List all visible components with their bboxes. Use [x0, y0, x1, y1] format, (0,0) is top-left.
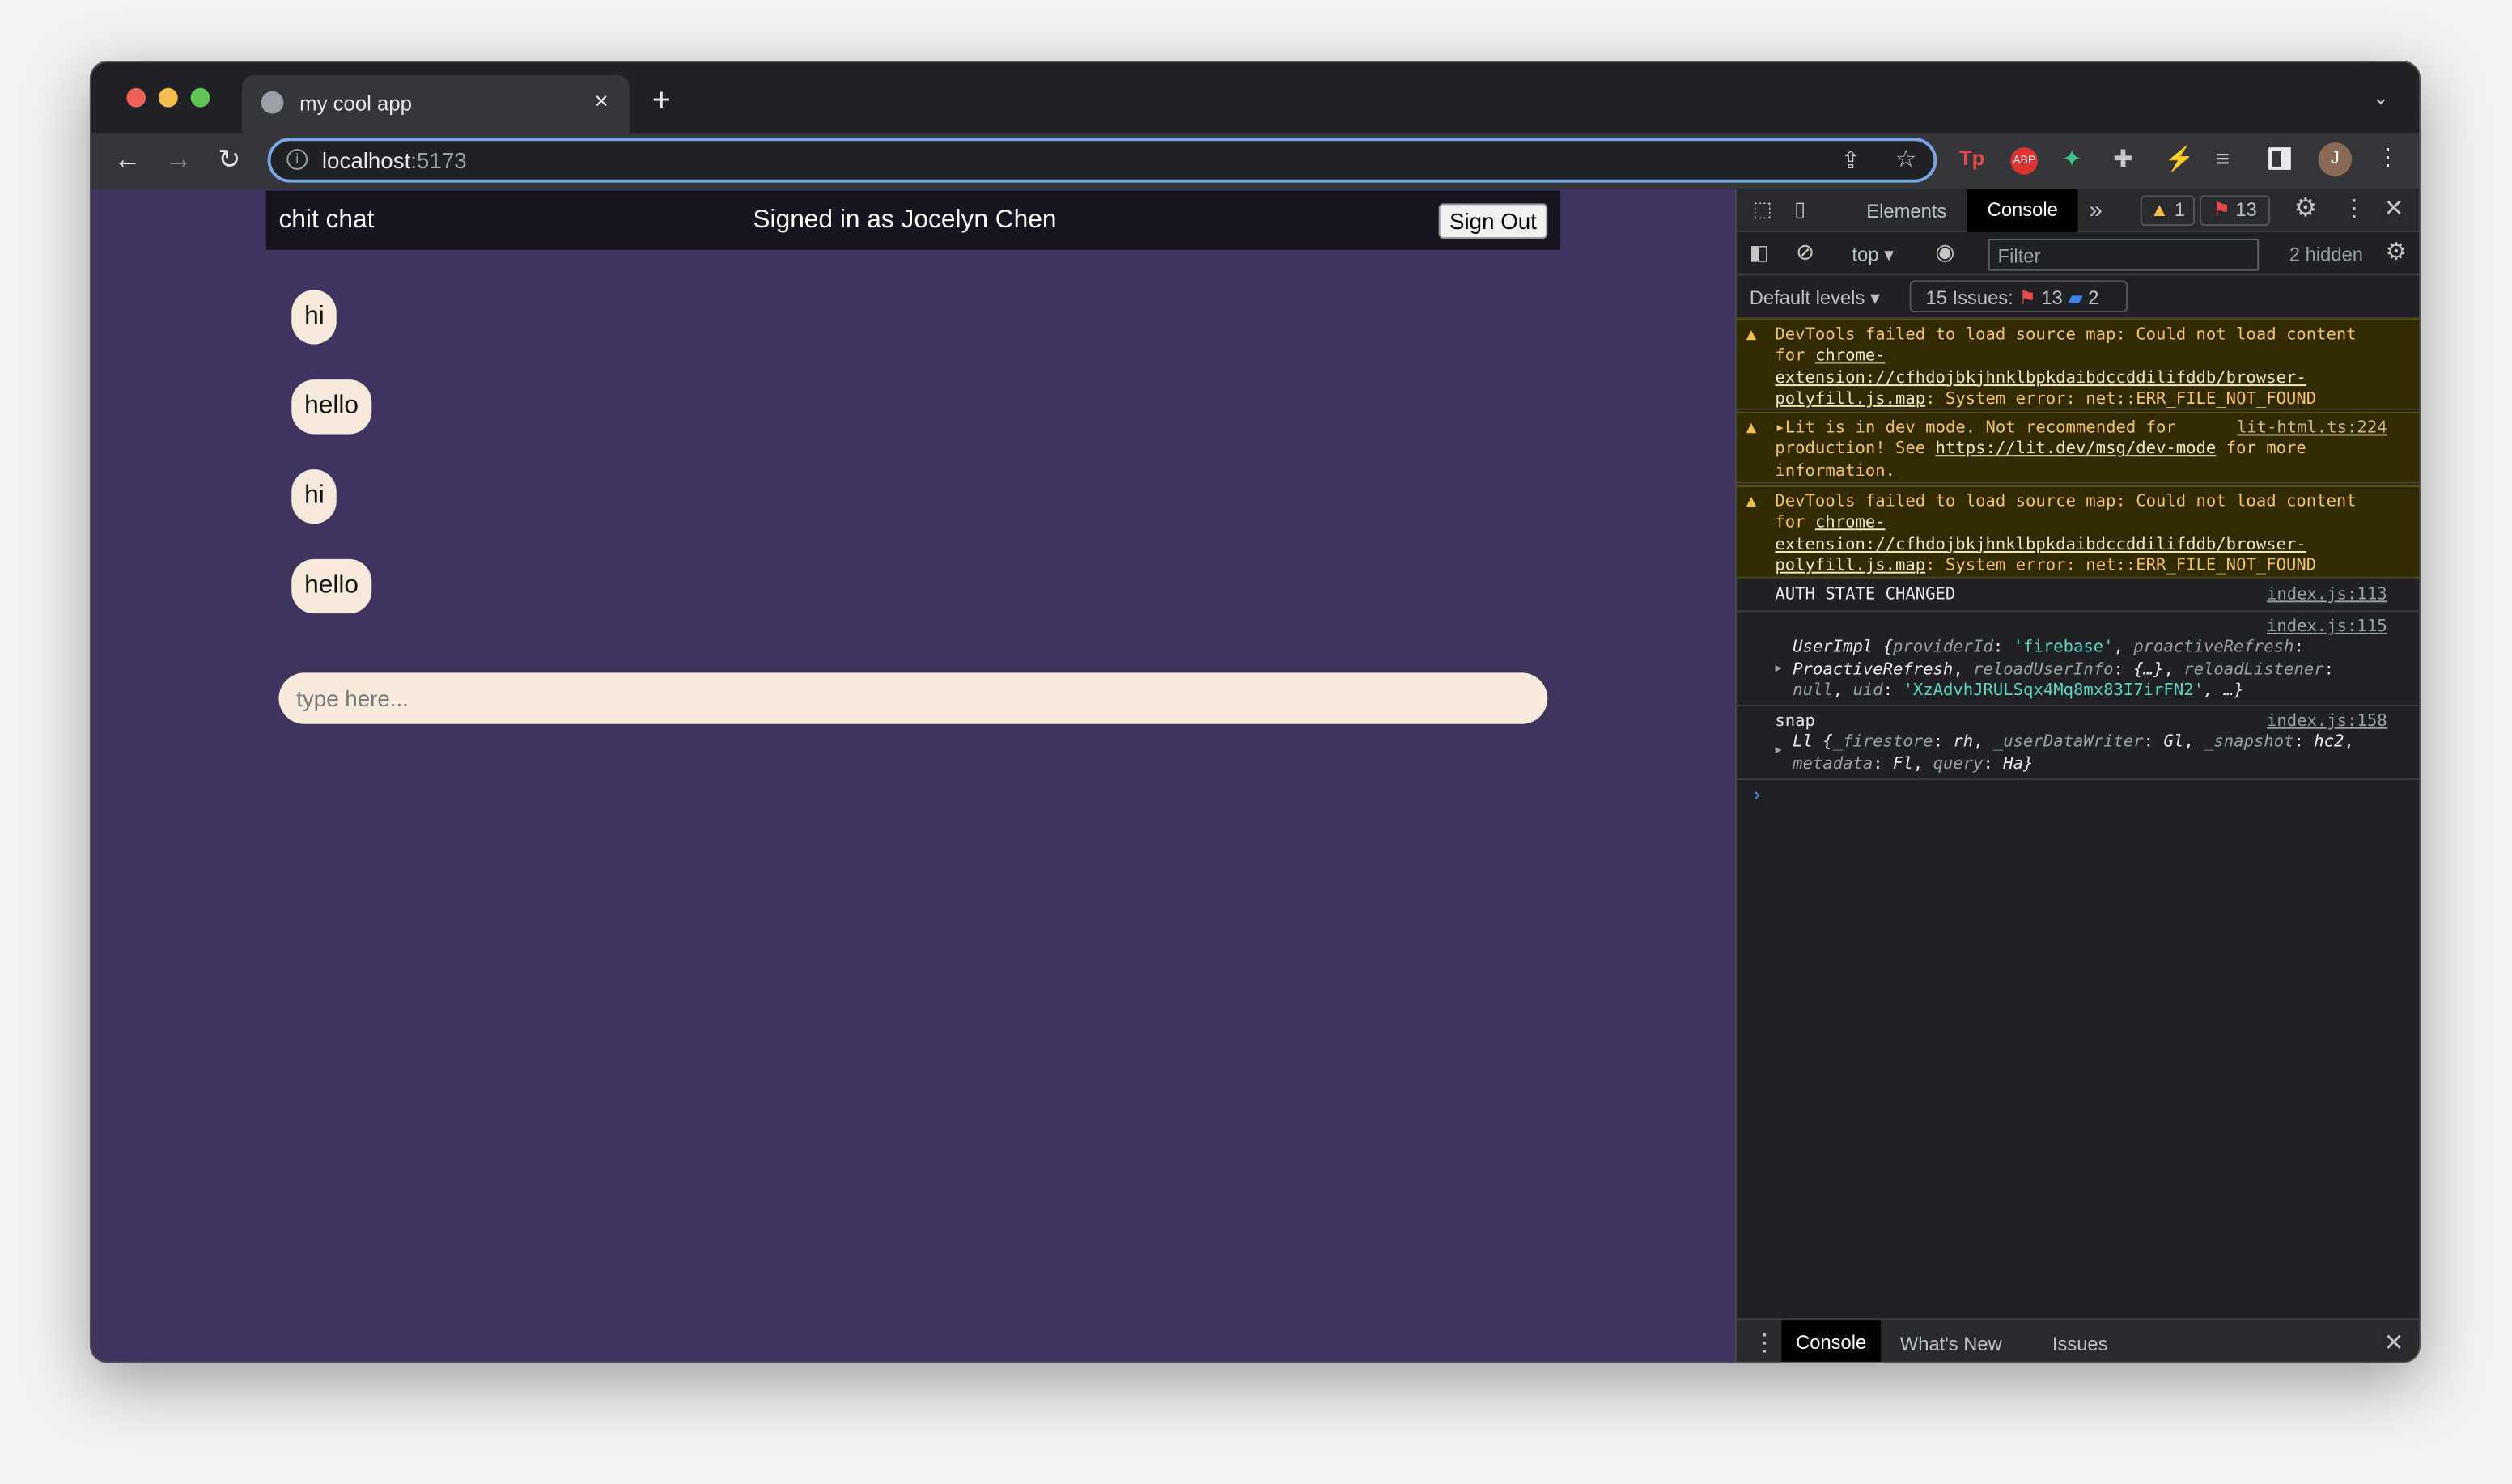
extension-tp-icon[interactable]: Tp [1959, 147, 1984, 168]
console-log: index.js:113 AUTH STATE CHANGED [1736, 580, 2420, 613]
web-page: chit chat Signed in as Jocelyn Chen Sign… [91, 189, 1735, 1362]
maximize-window-button[interactable] [190, 87, 210, 108]
drawer-tab-issues[interactable]: Issues [2052, 1333, 2108, 1355]
source-link[interactable]: lit-html.ts:224 [2237, 418, 2387, 439]
browser-toolbar: ← → ↻ i localhost:5173 ⇪ ☆ Tp ABP ✦ ✚ ⚡ … [91, 133, 2420, 189]
address-bar[interactable]: i localhost:5173 ⇪ ☆ [267, 138, 1937, 183]
drawer-menu-icon[interactable]: ⋮ [1753, 1331, 1777, 1355]
more-tabs-icon[interactable]: » [2089, 198, 2103, 223]
browser-window: my cool app × + ⌄ ← → ↻ i localhost:5173… [89, 61, 2421, 1363]
tab-title: my cool app [299, 91, 412, 116]
url-port: :5173 [410, 147, 467, 173]
context-selector[interactable]: top ▾ [1852, 244, 1894, 266]
expand-arrow-icon[interactable]: ▸ [1773, 740, 1783, 761]
inspect-element-icon[interactable]: ⬚ [1753, 198, 1772, 219]
side-panel-icon[interactable] [2268, 147, 2291, 170]
console-settings-icon[interactable]: ⚙ [2386, 240, 2408, 265]
clear-console-icon[interactable]: ⊘ [1796, 240, 1814, 263]
dev-mode-link[interactable]: https://lit.dev/msg/dev-mode [1936, 439, 2217, 459]
minimize-window-button[interactable] [158, 87, 178, 108]
warning-icon: ▲ [1746, 418, 1757, 438]
profile-avatar[interactable]: J [2318, 142, 2353, 176]
console-filter-input[interactable]: Filter [1988, 238, 2260, 271]
source-link[interactable]: index.js:158 [2267, 711, 2387, 732]
message-bubble: hi [291, 469, 337, 524]
warnings-counter[interactable]: ▲ 1 [2140, 195, 2196, 227]
extensions-puzzle-icon[interactable]: ✚ [2113, 147, 2133, 172]
adblock-icon[interactable]: ABP [2010, 147, 2039, 175]
url-host: localhost [321, 147, 411, 173]
live-expression-eye-icon[interactable]: ◉ [1935, 240, 1954, 263]
device-toolbar-icon[interactable]: ▯ [1794, 198, 1806, 219]
site-info-icon[interactable]: i [286, 149, 308, 170]
extension-bolt-icon[interactable]: ⚡ [2164, 147, 2194, 172]
bookmark-star-icon[interactable]: ☆ [1895, 147, 1917, 172]
tab-search-chevron-icon[interactable]: ⌄ [2373, 88, 2389, 108]
log-levels-dropdown[interactable]: Default levels ▾ [1750, 286, 1880, 309]
sign-out-button[interactable]: Sign Out [1438, 203, 1548, 239]
drawer-tab-console[interactable]: Console [1781, 1320, 1882, 1362]
tab-elements[interactable]: Elements [1866, 200, 1946, 223]
devtools-panel: ⬚ ▯ Elements Console » ▲ 1 ⚑ 13 ⚙ ⋮ ✕ ◧ … [1734, 189, 2420, 1362]
expand-arrow-icon[interactable]: ▸ [1775, 418, 1784, 438]
browser-menu-icon[interactable]: ⋮ [2376, 146, 2400, 170]
drawer-tab-whats-new[interactable]: What's New [1900, 1333, 2002, 1355]
close-tab-icon[interactable]: × [594, 88, 608, 116]
settings-gear-icon[interactable]: ⚙ [2294, 197, 2317, 223]
reload-icon[interactable]: ↻ [218, 146, 240, 173]
close-window-button[interactable] [126, 87, 146, 108]
devtools-menu-icon[interactable]: ⋮ [2342, 197, 2366, 221]
message-bubble: hi [291, 290, 337, 345]
globe-icon [261, 91, 284, 114]
object-preview[interactable]: ▸ Ll {_firestore: rh, _userDataWriter: G… [1773, 732, 2387, 775]
reading-list-icon[interactable]: ≡ [2216, 147, 2230, 172]
message-input[interactable]: type here... [278, 672, 1548, 724]
app-title: chit chat [278, 206, 375, 235]
app-header: chit chat Signed in as Jocelyn Chen Sign… [265, 190, 1561, 250]
console-warning: ▲ lit-html.ts:224 ▸Lit is in dev mode. N… [1736, 411, 2420, 484]
warning-icon: ▲ [1746, 324, 1757, 345]
object-preview[interactable]: ▸ UserImpl {providerId: 'firebase', proa… [1773, 638, 2387, 702]
source-link[interactable]: index.js:113 [2267, 585, 2387, 606]
share-icon[interactable]: ⇪ [1841, 149, 1861, 173]
close-drawer-icon[interactable]: ✕ [2384, 1331, 2404, 1355]
signed-in-label: Signed in as Jocelyn Chen [753, 206, 1057, 235]
warning-icon: ▲ [1746, 491, 1757, 511]
close-devtools-icon[interactable]: ✕ [2384, 197, 2404, 221]
source-link[interactable]: index.js:115 [2267, 617, 2387, 638]
expand-arrow-icon[interactable]: ▸ [1773, 659, 1783, 680]
message-bubble: hello [291, 379, 371, 435]
tab-console[interactable]: Console [1967, 189, 2078, 233]
console-warning: ▲ DevTools failed to load source map: Co… [1736, 318, 2420, 410]
new-tab-icon[interactable]: + [652, 85, 671, 117]
message-bubble: hello [291, 558, 371, 614]
extension-bird-icon[interactable]: ✦ [2062, 147, 2082, 172]
console-log: index.js:158 snap ▸ Ll {_firestore: rh, … [1736, 706, 2420, 781]
browser-tab[interactable]: my cool app × [241, 75, 630, 134]
errors-counter[interactable]: ⚑ 13 [2199, 195, 2271, 227]
sidebar-toggle-icon[interactable]: ◧ [1750, 242, 1769, 263]
console-warning: ▲ DevTools failed to load source map: Co… [1736, 485, 2420, 579]
issues-button[interactable]: 15 Issues: ⚑ 13 ▰ 2 [1909, 280, 2128, 313]
console-prompt[interactable]: › [1751, 783, 1763, 806]
hidden-count: 2 hidden [2289, 243, 2364, 266]
forward-icon[interactable]: → [165, 146, 193, 173]
console-log: index.js:115 ▸ UserImpl {providerId: 'fi… [1736, 612, 2420, 707]
back-icon[interactable]: ← [114, 146, 142, 173]
